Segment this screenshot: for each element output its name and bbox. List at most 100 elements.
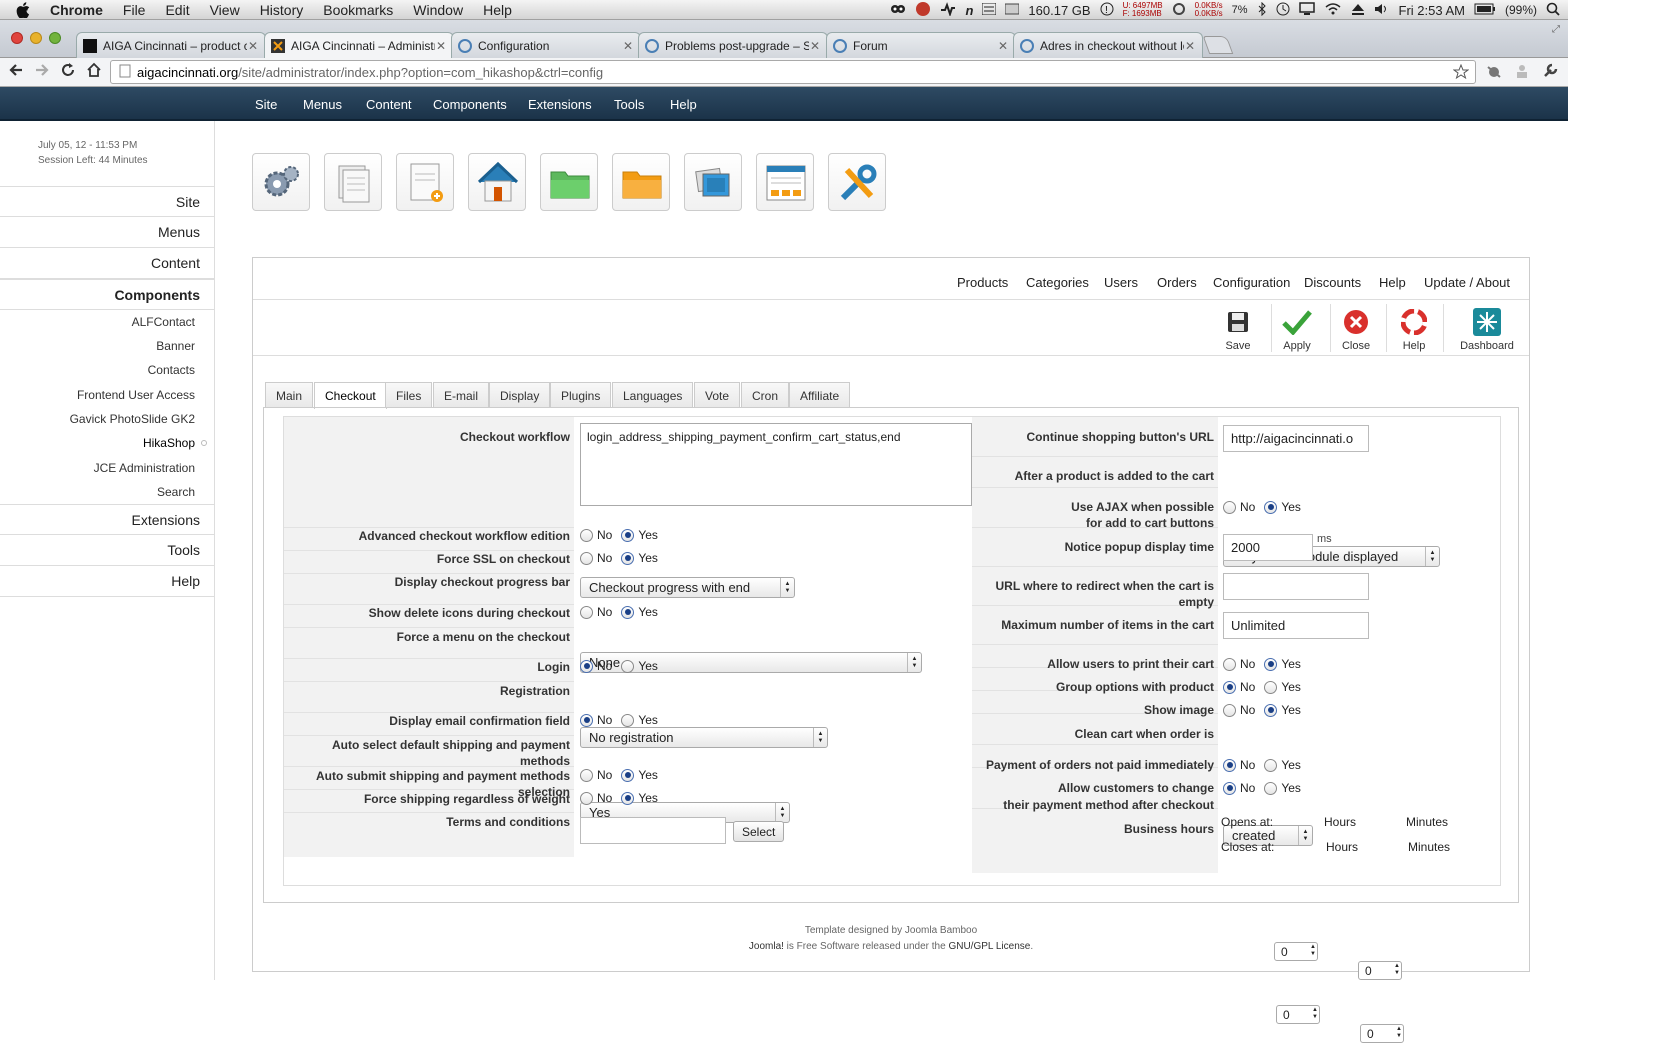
radio-no[interactable]: No [580,713,612,727]
menu-bookmarks[interactable]: Bookmarks [313,2,403,18]
radio-no[interactable]: No [580,605,612,619]
list-icon[interactable] [981,2,997,18]
sidebar-item-alfcontact[interactable]: ALFContact [0,315,195,329]
tab-close-icon[interactable]: ✕ [997,39,1009,53]
radio-yes[interactable]: Yes [621,551,658,565]
browser-tab-4[interactable]: Problems post-upgrade – St ✕ [638,32,828,58]
spotlight-icon[interactable] [1546,2,1560,19]
gpl-license-link[interactable]: GNU/GPL License [948,941,1030,952]
select-terms-button[interactable]: Select [733,821,785,842]
radio-yes[interactable]: Yes [1264,657,1301,671]
sidebar-item-banner[interactable]: Banner [0,339,195,353]
sidebar-item-contacts[interactable]: Contacts [0,363,195,377]
hika-nav-users[interactable]: Users [1104,275,1138,290]
hika-nav-configuration[interactable]: Configuration [1213,275,1290,290]
ubuntu-icon[interactable] [915,1,931,20]
sidebar-item-search[interactable]: Search [0,485,195,499]
nav-extensions[interactable]: Extensions [528,97,592,112]
menu-history[interactable]: History [250,2,314,18]
tab-close-icon[interactable]: ✕ [247,39,259,53]
registration-select[interactable]: No registration ▲ ▼ [580,727,828,748]
tab-files[interactable]: Files [385,382,433,408]
radio-yes[interactable]: Yes [1264,703,1301,717]
radio-no[interactable]: No [1223,758,1255,772]
radio-yes[interactable]: Yes [621,768,658,782]
dashboard-button[interactable]: Dashboard [1453,302,1521,354]
radio-no[interactable]: No [1223,781,1255,795]
sidebar-menus[interactable]: Menus [0,217,215,248]
tab-close-icon[interactable]: ✕ [622,39,634,53]
window-zoom-button[interactable] [49,32,61,44]
max-items-input[interactable]: Unlimited [1223,612,1369,639]
sidebar-item-jce-administration[interactable]: JCE Administration [0,461,195,475]
help-button[interactable]: Help [1385,302,1443,354]
bookmark-star-icon[interactable] [1452,63,1470,83]
quick-tools-button[interactable] [828,153,886,211]
eject-icon[interactable] [1351,2,1365,19]
empty-cart-url-input[interactable] [1223,573,1369,600]
tab-affiliate[interactable]: Affiliate [789,382,851,408]
tab-checkout[interactable]: Checkout [314,382,387,409]
window-minimize-button[interactable] [30,32,42,44]
close-hour-stepper[interactable]: 0 ▲ ▼ [1276,1005,1320,1024]
address-bar[interactable]: aigacincinnati.org /site/administrator/i… [110,60,1476,84]
new-tab-button[interactable] [1202,36,1234,54]
window-close-button[interactable] [11,32,23,44]
radio-no[interactable]: No [580,768,612,782]
radio-yes[interactable]: Yes [621,791,658,805]
notice-time-input[interactable]: 2000 [1223,534,1313,561]
radio-yes[interactable]: Yes [1264,680,1301,694]
menu-window[interactable]: Window [403,2,473,18]
nav-components[interactable]: Components [433,97,507,112]
radio-yes[interactable]: Yes [1264,758,1301,772]
sidebar-item-hikashop[interactable]: HikaShop [0,436,195,450]
tab-vote[interactable]: Vote [694,382,741,408]
quick-frontpage-button[interactable] [468,153,526,211]
forward-icon[interactable] [34,62,50,81]
radio-no[interactable]: No [580,551,612,565]
menu-help[interactable]: Help [473,2,522,18]
hika-nav-categories[interactable]: Categories [1026,275,1089,290]
fullscreen-icon[interactable]: ⤢ [1552,24,1560,35]
extension-person-icon[interactable] [1514,63,1530,82]
nav-help[interactable]: Help [670,97,697,112]
quick-articles-button[interactable] [324,153,382,211]
radio-no[interactable]: No [580,791,612,805]
radio-yes[interactable]: Yes [1264,500,1301,514]
radio-no[interactable]: No [580,528,612,542]
tab-email[interactable]: E-mail [433,382,490,408]
sidebar-extensions[interactable]: Extensions [0,504,215,535]
nav-site[interactable]: Site [255,97,277,112]
sidebar-site[interactable]: Site [0,186,215,217]
sidebar-tools[interactable]: Tools [0,535,215,566]
owl-icon[interactable] [890,2,906,19]
quick-global-config-button[interactable] [252,153,310,211]
wrench-menu-icon[interactable] [1542,63,1558,82]
menu-view[interactable]: View [200,2,250,18]
tab-cron[interactable]: Cron [741,382,790,408]
extension-bug-icon[interactable] [1486,63,1502,82]
tab-plugins[interactable]: Plugins [550,382,612,408]
quick-categories-button[interactable] [612,153,670,211]
radio-no[interactable]: No [1223,703,1255,717]
hika-nav-orders[interactable]: Orders [1157,275,1197,290]
quick-media-button[interactable] [684,153,742,211]
terms-input[interactable] [580,817,726,844]
menu-edit[interactable]: Edit [155,2,199,18]
tab-close-icon[interactable]: ✕ [435,39,447,53]
quick-add-article-button[interactable] [396,153,454,211]
radio-yes[interactable]: Yes [621,528,658,542]
radio-no[interactable]: No [580,659,612,673]
radio-yes[interactable]: Yes [1264,781,1301,795]
continue-url-input[interactable]: http://aigacincinnati.o [1223,425,1369,452]
nav-tools[interactable]: Tools [614,97,644,112]
radio-no[interactable]: No [1223,680,1255,694]
script-n-icon[interactable]: n [965,3,973,18]
hika-nav-products[interactable]: Products [957,275,1008,290]
quick-sections-button[interactable] [540,153,598,211]
sidebar-components[interactable]: Components [0,279,215,310]
activity-icon[interactable] [940,1,956,19]
progress-bar-select[interactable]: Checkout progress with end ▲ ▼ [580,577,795,598]
open-minute-stepper[interactable]: 0 ▲ ▼ [1358,961,1402,980]
sidebar-help[interactable]: Help [0,566,215,597]
